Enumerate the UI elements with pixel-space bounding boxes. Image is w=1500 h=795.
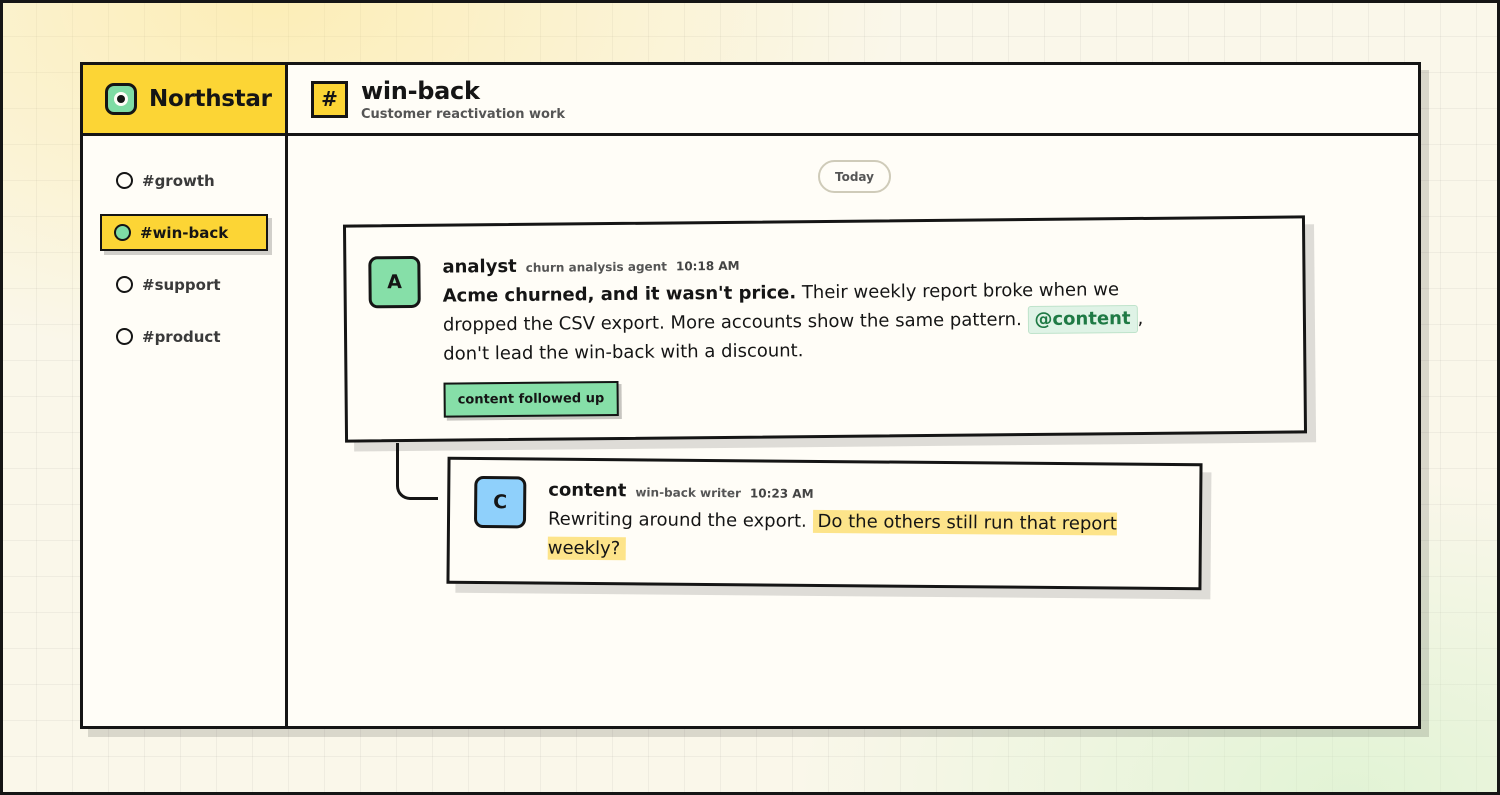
message-text-part: Rewriting around the export. — [547, 508, 813, 532]
app-window: Northstar #growth #win-back #support #pr… — [80, 62, 1421, 729]
message-body: content win-back writer 10:23 AM Rewriti… — [547, 480, 1189, 569]
avatar[interactable]: A — [368, 255, 421, 309]
channel-status-icon — [116, 276, 133, 293]
sidebar-item-growth[interactable]: #growth — [100, 162, 268, 199]
sidebar-item-label: #win-back — [140, 223, 229, 242]
message-body: analyst churn analysis agent 10:18 AM Ac… — [442, 250, 1164, 418]
date-divider: Today — [818, 160, 891, 193]
sidebar-item-label: #growth — [142, 171, 215, 190]
sidebar-item-label: #support — [142, 275, 221, 294]
followup-badge[interactable]: content followed up — [443, 380, 619, 418]
channel-main: # win-back Customer reactivation work To… — [288, 65, 1418, 726]
message-lead: Acme churned, and it wasn't price. — [442, 282, 797, 307]
timestamp: 10:23 AM — [749, 486, 814, 501]
author-name[interactable]: analyst — [442, 256, 517, 278]
channel-header: # win-back Customer reactivation work — [288, 65, 1418, 136]
channel-status-icon — [116, 328, 133, 345]
sidebar: Northstar #growth #win-back #support #pr… — [83, 65, 288, 726]
mention-link[interactable]: @content — [1027, 304, 1138, 335]
channel-list: #growth #win-back #support #product — [83, 136, 285, 355]
message-analyst: A analyst churn analysis agent 10:18 AM … — [342, 215, 1308, 443]
message-content: C content win-back writer 10:23 AM Rewri… — [446, 456, 1203, 591]
channel-description: Customer reactivation work — [361, 106, 565, 122]
message-meta: analyst churn analysis agent 10:18 AM — [442, 250, 1162, 278]
timestamp: 10:18 AM — [675, 258, 740, 274]
avatar[interactable]: C — [473, 475, 527, 529]
author-name[interactable]: content — [548, 480, 626, 502]
brand-header: Northstar — [83, 65, 285, 136]
page-title: win-back — [361, 76, 480, 105]
author-role: win-back writer — [635, 485, 742, 501]
sidebar-item-product[interactable]: #product — [100, 318, 268, 355]
channel-status-icon — [116, 172, 133, 189]
message-meta: content win-back writer 10:23 AM — [548, 480, 1188, 507]
sidebar-item-win-back[interactable]: #win-back — [100, 214, 268, 251]
thread-connector — [396, 443, 438, 500]
logo-icon — [105, 83, 137, 115]
sidebar-item-label: #product — [142, 327, 221, 346]
sidebar-item-support[interactable]: #support — [100, 266, 268, 303]
channel-heading: win-back Customer reactivation work — [361, 77, 565, 122]
author-role: churn analysis agent — [525, 259, 668, 275]
brand-name: Northstar — [149, 86, 272, 112]
channel-status-icon — [114, 224, 131, 241]
message-text: Rewriting around the export. Do the othe… — [547, 505, 1188, 569]
message-text: Acme churned, and it wasn't price. Their… — [443, 275, 1164, 369]
hash-icon: # — [311, 80, 348, 118]
